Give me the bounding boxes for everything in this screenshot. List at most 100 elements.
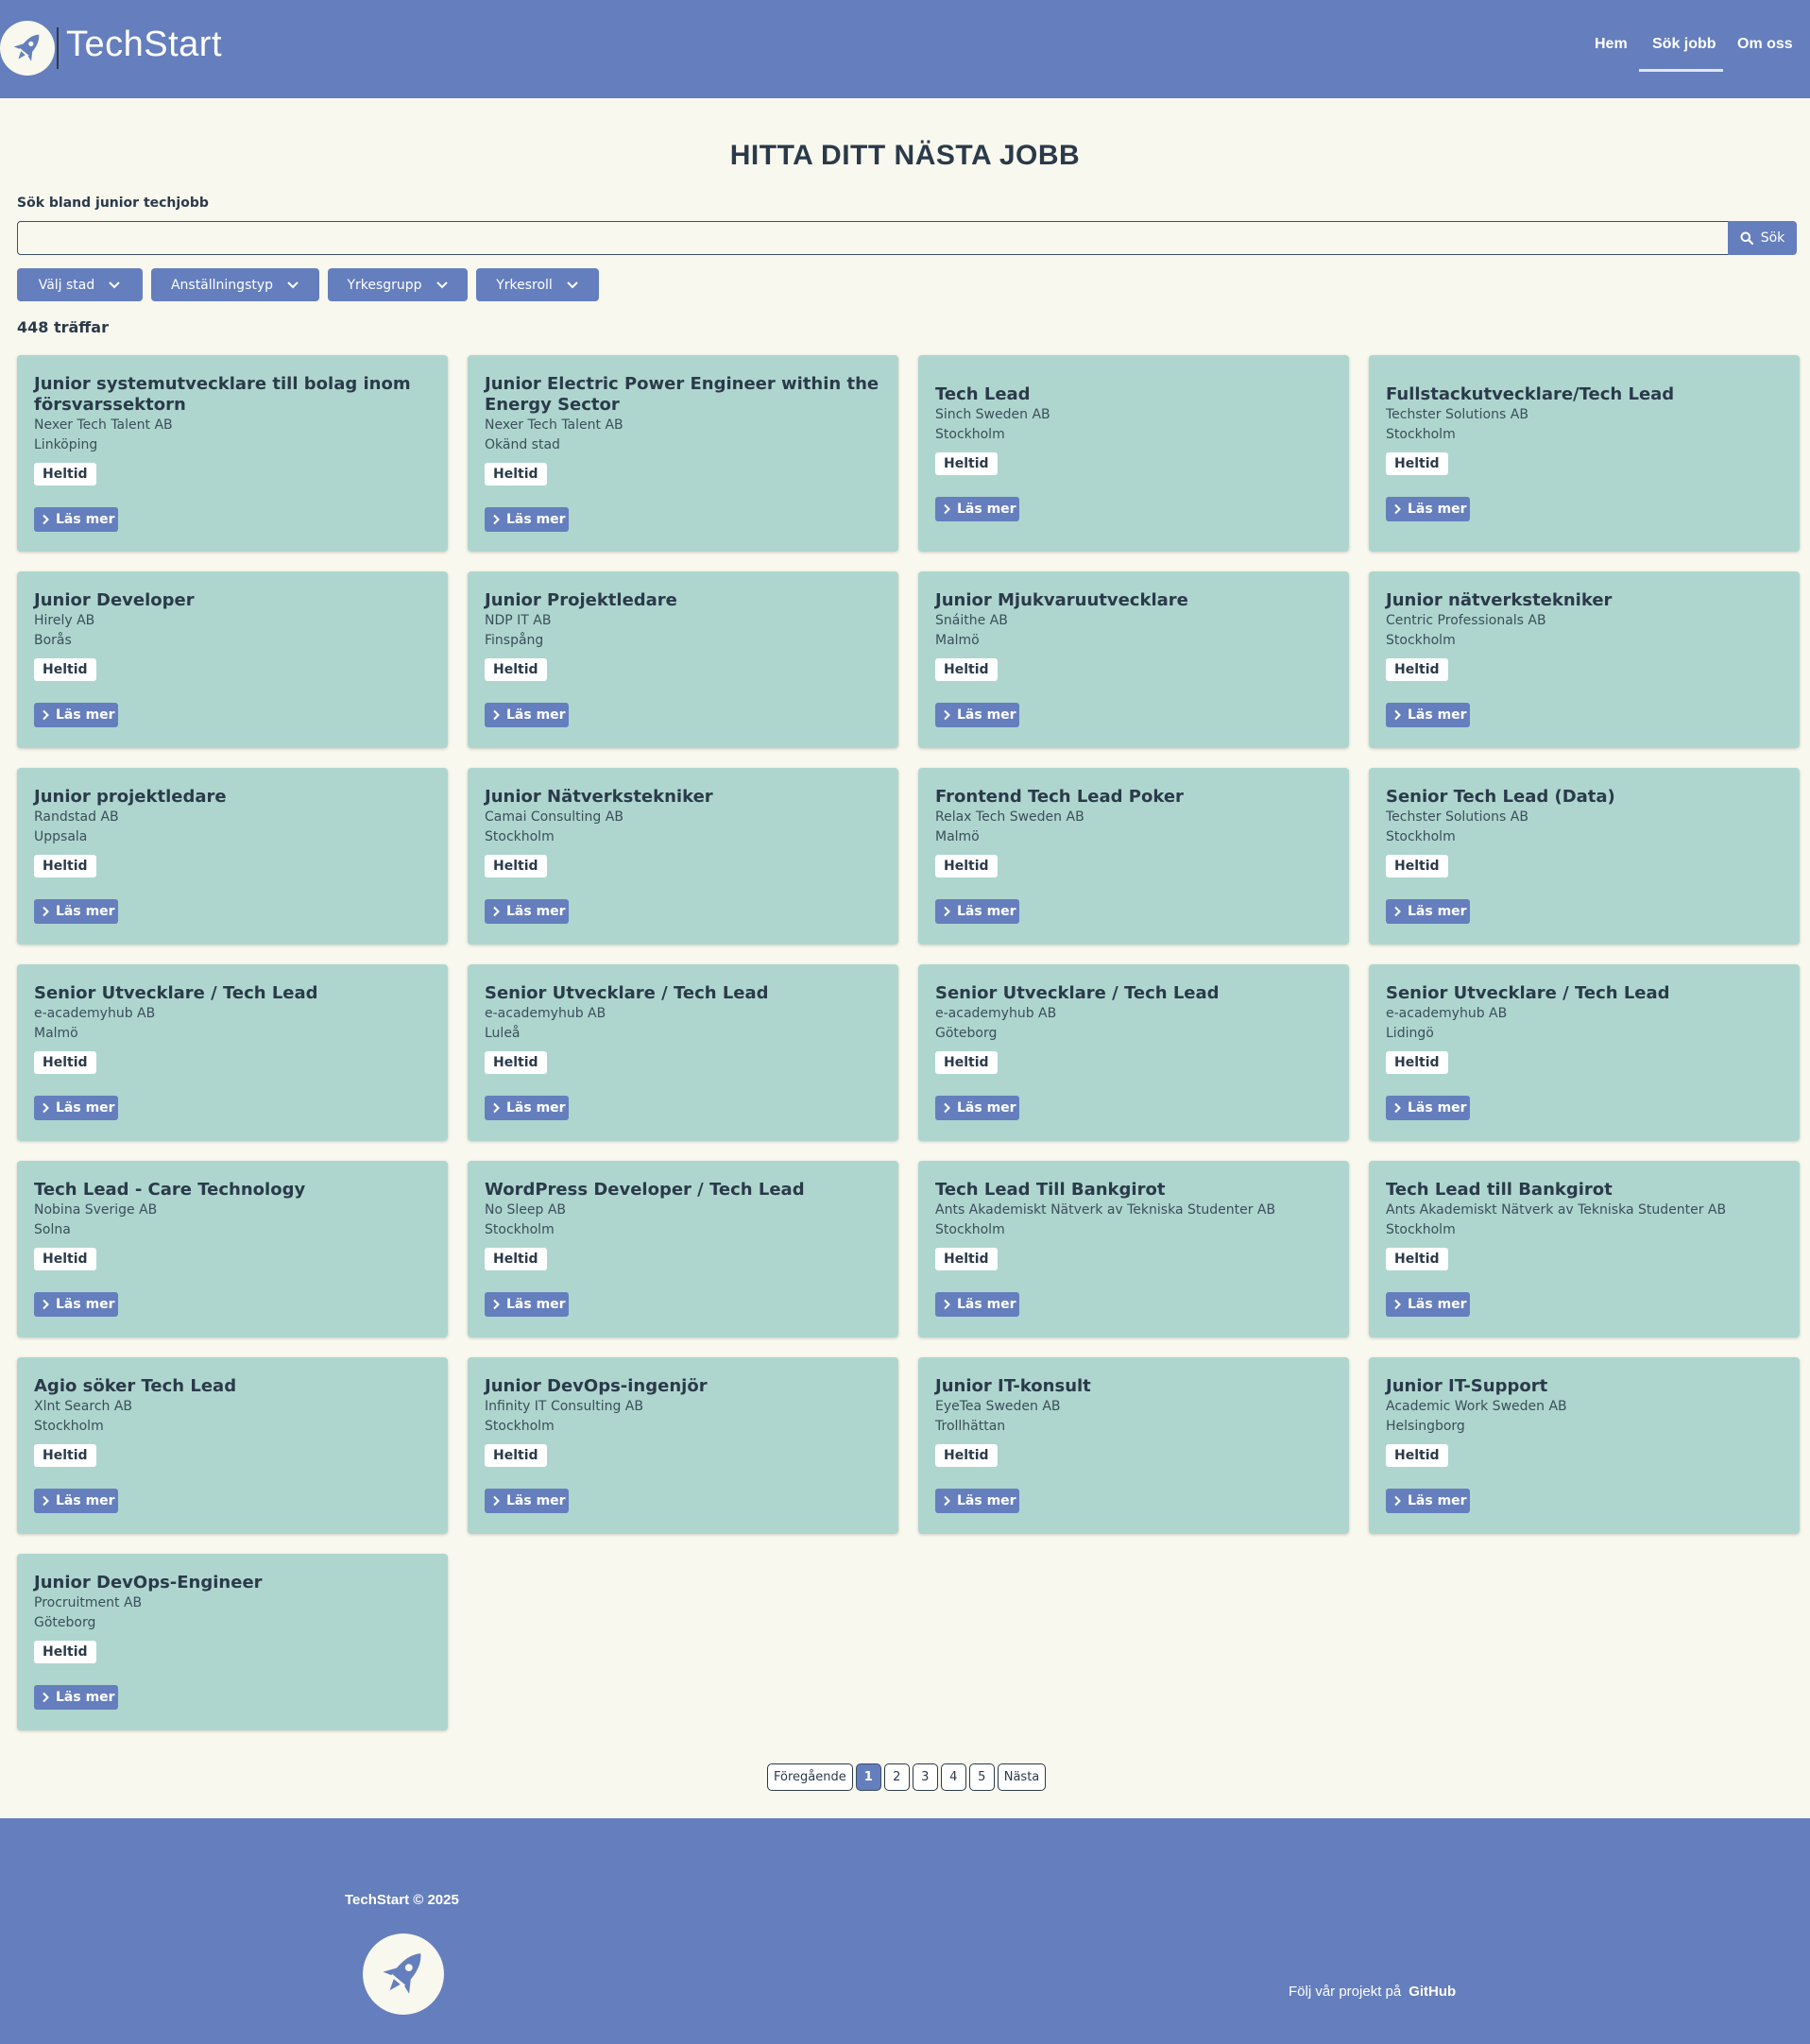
- job-card[interactable]: Senior Tech Lead (Data) Techster Solution…: [1369, 768, 1800, 945]
- job-title[interactable]: Tech Lead - Care Technology: [34, 1180, 431, 1201]
- job-title[interactable]: Tech Lead till Bankgirot: [1386, 1180, 1783, 1201]
- read-more-button[interactable]: Läs mer: [935, 496, 1019, 521]
- job-title[interactable]: Junior projektledare: [34, 787, 431, 808]
- job-card[interactable]: Junior Nätverkstekniker Camai Consulting …: [468, 768, 898, 945]
- read-more-button[interactable]: Läs mer: [1386, 496, 1470, 521]
- nav-search-jobs[interactable]: Sök jobb: [1652, 36, 1716, 53]
- job-card[interactable]: Fullstackutvecklare/Tech Lead Techster So…: [1369, 355, 1800, 552]
- read-more-button[interactable]: Läs mer: [935, 1096, 1019, 1120]
- job-title[interactable]: Fullstackutvecklare/Tech Lead: [1386, 384, 1783, 405]
- read-more-button[interactable]: Läs mer: [34, 1685, 118, 1710]
- job-title[interactable]: WordPress Developer / Tech Lead: [485, 1180, 881, 1201]
- read-more-button[interactable]: Läs mer: [34, 506, 118, 532]
- job-card[interactable]: Agio söker Tech Lead Xlnt Search AB Stockh…: [17, 1357, 448, 1534]
- read-more-button[interactable]: Läs mer: [1386, 1292, 1470, 1317]
- employment-type-badge: Heltid: [485, 658, 547, 681]
- employment-type-badge: Heltid: [34, 1444, 96, 1467]
- job-title[interactable]: Junior Projektledare: [485, 590, 881, 611]
- job-card[interactable]: Tech Lead Till Bankgirot Ants Akademiskt …: [918, 1161, 1349, 1337]
- brand-name[interactable]: TechStart: [66, 25, 222, 65]
- read-more-button[interactable]: Läs mer: [1386, 1096, 1470, 1120]
- pagination-page-1[interactable]: 1: [855, 1763, 881, 1791]
- job-card[interactable]: Junior IT-konsult EyeTea Sweden AB Trollhä…: [918, 1357, 1349, 1534]
- job-title[interactable]: Junior nätverkstekniker: [1386, 590, 1783, 611]
- read-more-button[interactable]: Läs mer: [485, 703, 569, 727]
- job-card[interactable]: Junior Electric Power Engineer within th…: [468, 355, 898, 552]
- pagination-page-5[interactable]: 5: [968, 1763, 995, 1791]
- nav-about[interactable]: Om oss: [1737, 36, 1793, 53]
- pagination-prev[interactable]: Föregående: [767, 1763, 853, 1791]
- job-card[interactable]: Junior systemutvecklare till bolag inom …: [17, 355, 448, 552]
- job-title[interactable]: Junior Nätverkstekniker: [485, 787, 881, 808]
- read-more-button[interactable]: Läs mer: [935, 1292, 1019, 1317]
- read-more-button[interactable]: Läs mer: [34, 899, 118, 924]
- read-more-button[interactable]: Läs mer: [485, 1292, 569, 1317]
- job-card[interactable]: Junior nätverkstekniker Centric Professio…: [1369, 571, 1800, 748]
- job-title[interactable]: Junior IT-konsult: [935, 1376, 1332, 1397]
- job-title[interactable]: Tech Lead Till Bankgirot: [935, 1180, 1332, 1201]
- job-card[interactable]: Junior DevOps-Engineer Procruitment AB Göt…: [17, 1554, 448, 1730]
- read-more-button[interactable]: Läs mer: [34, 703, 118, 727]
- rocket-logo-icon[interactable]: [0, 21, 55, 76]
- read-more-button[interactable]: Läs mer: [34, 1292, 118, 1317]
- read-more-button[interactable]: Läs mer: [485, 1489, 569, 1513]
- job-card[interactable]: Junior IT-Support Academic Work Sweden AB…: [1369, 1357, 1800, 1534]
- job-title[interactable]: Tech Lead: [935, 384, 1332, 405]
- job-card[interactable]: Junior projektledare Randstad AB Uppsala He…: [17, 768, 448, 945]
- filter-city[interactable]: Välj stad: [17, 268, 143, 301]
- job-title[interactable]: Senior Utvecklare / Tech Lead: [1386, 983, 1783, 1004]
- read-more-button[interactable]: Läs mer: [485, 506, 569, 532]
- job-title[interactable]: Agio söker Tech Lead: [34, 1376, 431, 1397]
- job-title[interactable]: Senior Utvecklare / Tech Lead: [485, 983, 881, 1004]
- job-card[interactable]: Senior Utvecklare / Tech Lead e-academyhu…: [918, 964, 1349, 1141]
- filter-occupation-role[interactable]: Yrkesroll: [476, 268, 599, 301]
- job-card[interactable]: Junior DevOps-ingenjör Infinity IT Consul…: [468, 1357, 898, 1534]
- job-card[interactable]: Frontend Tech Lead Poker Relax Tech Swede…: [918, 768, 1349, 945]
- job-title[interactable]: Senior Tech Lead (Data): [1386, 787, 1783, 808]
- job-card[interactable]: Senior Utvecklare / Tech Lead e-academyhu…: [1369, 964, 1800, 1141]
- job-card[interactable]: Senior Utvecklare / Tech Lead e-academyhu…: [17, 964, 448, 1141]
- github-link[interactable]: GitHub: [1409, 1984, 1456, 2000]
- read-more-button[interactable]: Läs mer: [1386, 899, 1470, 924]
- job-card[interactable]: Tech Lead Sinch Sweden AB Stockholm Heltid L…: [918, 355, 1349, 552]
- read-more-button[interactable]: Läs mer: [1386, 703, 1470, 727]
- job-title[interactable]: Junior DevOps-Engineer: [34, 1573, 431, 1593]
- read-more-button[interactable]: Läs mer: [34, 1096, 118, 1120]
- read-more-button[interactable]: Läs mer: [935, 703, 1019, 727]
- filter-occupation-group[interactable]: Yrkesgrupp: [328, 268, 468, 301]
- search-input[interactable]: [17, 221, 1729, 255]
- read-more-button[interactable]: Läs mer: [485, 1096, 569, 1120]
- job-city: Stockholm: [935, 426, 1005, 442]
- pagination-page-4[interactable]: 4: [940, 1763, 966, 1791]
- job-card[interactable]: Junior Developer Hirely AB Borås Heltid Läs …: [17, 571, 448, 748]
- pagination-page-2[interactable]: 2: [883, 1763, 910, 1791]
- job-title[interactable]: Junior Electric Power Engineer within th…: [485, 374, 881, 416]
- job-title[interactable]: Junior systemutvecklare till bolag inom …: [34, 374, 431, 416]
- employment-type-badge: Heltid: [1386, 1444, 1448, 1467]
- pagination-next[interactable]: Nästa: [997, 1763, 1047, 1791]
- job-title[interactable]: Junior IT-Support: [1386, 1376, 1783, 1397]
- job-card[interactable]: WordPress Developer / Tech Lead No Sleep …: [468, 1161, 898, 1337]
- job-title[interactable]: Junior Mjukvaruutvecklare: [935, 590, 1332, 611]
- read-more-button[interactable]: Läs mer: [485, 899, 569, 924]
- filter-employment-type[interactable]: Anställningstyp: [151, 268, 319, 301]
- read-more-button[interactable]: Läs mer: [1386, 1489, 1470, 1513]
- job-city: Linköping: [34, 436, 98, 452]
- nav-home[interactable]: Hem: [1595, 36, 1628, 53]
- search-button[interactable]: Sök: [1728, 221, 1797, 255]
- job-card[interactable]: Junior Projektledare NDP IT AB Finspång Hel…: [468, 571, 898, 748]
- job-card[interactable]: Tech Lead - Care Technology Nobina Sverig…: [17, 1161, 448, 1337]
- job-city: Stockholm: [34, 1419, 104, 1434]
- job-card[interactable]: Tech Lead till Bankgirot Ants Akademiskt …: [1369, 1161, 1800, 1337]
- job-title[interactable]: Junior Developer: [34, 590, 431, 611]
- read-more-button[interactable]: Läs mer: [935, 899, 1019, 924]
- job-card[interactable]: Junior Mjukvaruutvecklare Snáithe AB Malmö…: [918, 571, 1349, 748]
- job-card[interactable]: Senior Utvecklare / Tech Lead e-academyhu…: [468, 964, 898, 1141]
- job-title[interactable]: Senior Utvecklare / Tech Lead: [34, 983, 431, 1004]
- job-title[interactable]: Junior DevOps-ingenjör: [485, 1376, 881, 1397]
- job-title[interactable]: Frontend Tech Lead Poker: [935, 787, 1332, 808]
- read-more-button[interactable]: Läs mer: [935, 1489, 1019, 1513]
- read-more-button[interactable]: Läs mer: [34, 1489, 118, 1513]
- pagination-page-3[interactable]: 3: [912, 1763, 938, 1791]
- job-title[interactable]: Senior Utvecklare / Tech Lead: [935, 983, 1332, 1004]
